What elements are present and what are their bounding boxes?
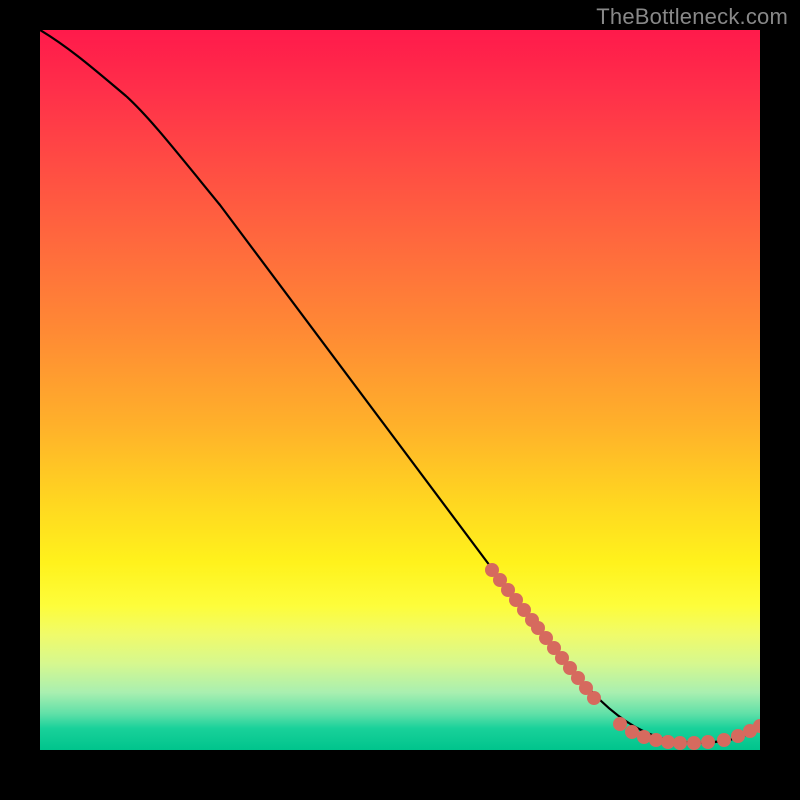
bottleneck-curve [40, 30, 760, 743]
watermark-text: TheBottleneck.com [596, 4, 788, 30]
marker-cluster-slope [485, 563, 601, 705]
plot-area [40, 30, 760, 750]
chart-frame: TheBottleneck.com [0, 0, 800, 800]
curve-svg [40, 30, 760, 750]
marker-cluster-bottom [613, 717, 760, 750]
